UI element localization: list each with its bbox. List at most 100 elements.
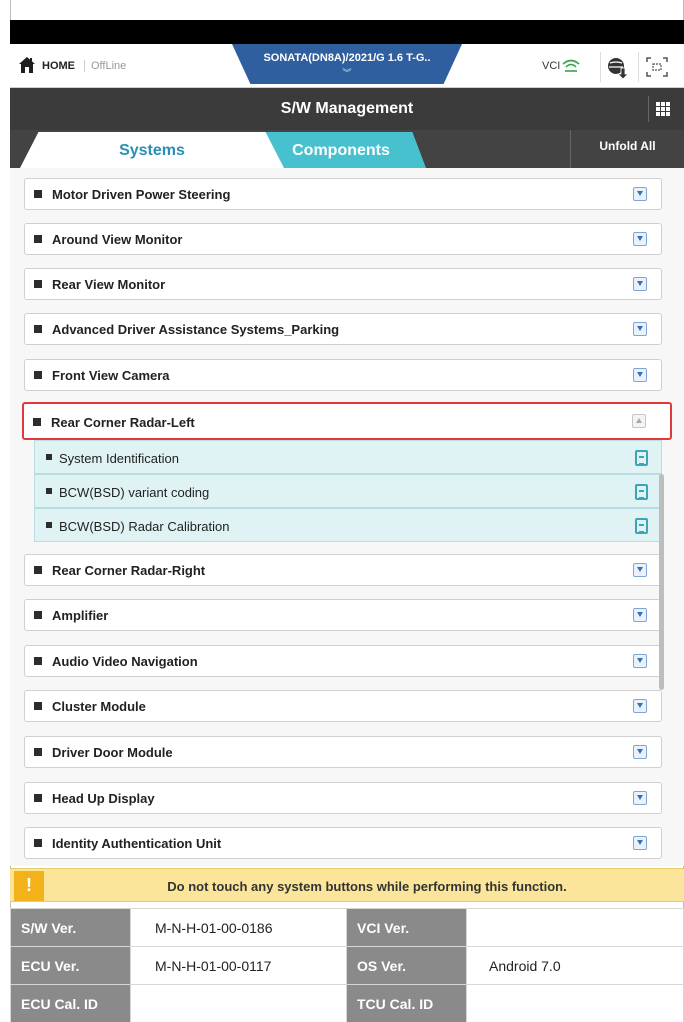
bullet-icon	[33, 418, 41, 426]
header-bar: HOME OffLine SONATA(DN8A)/2021/G 1.6 T-G…	[10, 44, 684, 88]
table-row: ECU Cal. ID TCU Cal. ID	[10, 984, 684, 1022]
ecu-cal-id-label: ECU Cal. ID	[10, 984, 131, 1022]
system-item-expanded[interactable]: Rear Corner Radar-Left	[22, 402, 672, 440]
scrollbar-thumb[interactable]	[659, 474, 664, 690]
offline-status: OffLine	[84, 60, 126, 72]
download-icon[interactable]	[633, 322, 647, 336]
bullet-icon	[34, 839, 42, 847]
ecu-ver-value: M-N-H-01-00-0117	[130, 946, 347, 985]
warning-text: Do not touch any system buttons while pe…	[167, 879, 567, 894]
download-icon[interactable]	[633, 699, 647, 713]
system-item[interactable]: Front View Camera	[24, 359, 662, 391]
sub-item[interactable]: System Identification	[34, 440, 662, 474]
grid-icon	[656, 102, 670, 116]
sub-item[interactable]: BCW(BSD) Radar Calibration	[34, 508, 662, 542]
system-item[interactable]: Audio Video Navigation	[24, 645, 662, 677]
download-icon[interactable]	[633, 836, 647, 850]
vehicle-name: SONATA(DN8A)/2021/G 1.6 T-G..	[263, 52, 431, 64]
system-item[interactable]: Rear Corner Radar-Right	[24, 554, 662, 586]
sub-item-label: BCW(BSD) Radar Calibration	[59, 519, 230, 534]
ecu-cal-id-value	[130, 984, 347, 1022]
download-icon[interactable]	[633, 187, 647, 201]
system-item-label: Rear Corner Radar-Right	[52, 563, 206, 578]
system-item[interactable]: Head Up Display	[24, 782, 662, 814]
bullet-icon	[34, 325, 42, 333]
collapse-icon[interactable]	[632, 414, 646, 428]
system-item[interactable]: Driver Door Module	[24, 736, 662, 768]
vehicle-selector[interactable]: SONATA(DN8A)/2021/G 1.6 T-G.. ︾	[232, 44, 462, 84]
globe-download-icon	[608, 58, 629, 80]
table-row: S/W Ver. M-N-H-01-00-0186 VCI Ver.	[10, 908, 684, 947]
bullet-icon	[46, 454, 52, 460]
bullet-icon	[34, 235, 42, 243]
system-item[interactable]: Motor Driven Power Steering	[24, 178, 662, 210]
system-item-label: Rear Corner Radar-Left	[51, 415, 195, 430]
download-icon[interactable]	[633, 368, 647, 382]
os-ver-value: Android 7.0	[466, 946, 684, 985]
bullet-icon	[34, 371, 42, 379]
chevron-down-icon: ︾	[342, 68, 352, 78]
home-label[interactable]: HOME	[42, 60, 75, 72]
sw-ver-value: M-N-H-01-00-0186	[130, 908, 347, 947]
tab-components-label: Components	[292, 142, 390, 159]
bullet-icon	[46, 522, 52, 528]
system-item[interactable]: Rear View Monitor	[24, 268, 662, 300]
table-row: ECU Ver. M-N-H-01-00-0117 OS Ver. Androi…	[10, 946, 684, 985]
sw-ver-label: S/W Ver.	[10, 908, 131, 947]
systems-list[interactable]: Motor Driven Power Steering Around View …	[10, 168, 684, 866]
version-info-table: S/W Ver. M-N-H-01-00-0186 VCI Ver. ECU V…	[10, 908, 684, 1022]
system-item[interactable]: Advanced Driver Assistance Systems_Parki…	[24, 313, 662, 345]
system-item[interactable]: Around View Monitor	[24, 223, 662, 255]
bullet-icon	[34, 190, 42, 198]
document-icon	[635, 450, 648, 466]
system-item[interactable]: Amplifier	[24, 599, 662, 631]
sub-item-label: System Identification	[59, 451, 179, 466]
vci-ver-value	[466, 908, 684, 947]
document-icon	[635, 484, 648, 500]
fullscreen-button[interactable]	[638, 52, 674, 82]
download-icon[interactable]	[633, 608, 647, 622]
home-icon[interactable]	[18, 56, 36, 74]
tab-components[interactable]: Components	[256, 132, 426, 168]
unfold-all-button[interactable]: Unfold All	[570, 130, 684, 168]
page-title: S/W Management	[280, 100, 414, 117]
wifi-icon	[562, 59, 580, 72]
system-item-label: Identity Authentication Unit	[52, 836, 222, 851]
bullet-icon	[46, 488, 52, 494]
globe-download-button[interactable]	[600, 52, 632, 82]
bullet-icon	[34, 566, 42, 574]
title-bar: S/W Management	[10, 88, 684, 130]
download-icon[interactable]	[633, 654, 647, 668]
download-icon[interactable]	[633, 563, 647, 577]
system-item-label: Amplifier	[52, 608, 109, 623]
tcu-cal-id-label: TCU Cal. ID	[346, 984, 467, 1022]
vci-ver-label: VCI Ver.	[346, 908, 467, 947]
system-item-label: Rear View Monitor	[52, 277, 166, 292]
system-item-label: Front View Camera	[52, 368, 170, 383]
sub-item[interactable]: BCW(BSD) variant coding	[34, 474, 662, 508]
tcu-cal-id-value	[466, 984, 684, 1022]
download-icon[interactable]	[633, 745, 647, 759]
download-icon[interactable]	[633, 232, 647, 246]
bullet-icon	[34, 748, 42, 756]
status-bar	[10, 20, 684, 44]
document-icon	[635, 518, 648, 534]
system-item-label: Advanced Driver Assistance Systems_Parki…	[52, 322, 340, 337]
download-icon[interactable]	[633, 791, 647, 805]
os-ver-label: OS Ver.	[346, 946, 467, 985]
bullet-icon	[34, 702, 42, 710]
vci-label: VCI	[542, 60, 561, 72]
tab-systems[interactable]: Systems	[20, 132, 284, 168]
bullet-icon	[34, 794, 42, 802]
download-icon[interactable]	[633, 277, 647, 291]
system-item-label: Motor Driven Power Steering	[52, 187, 231, 202]
ecu-ver-label: ECU Ver.	[10, 946, 131, 985]
sub-item-label: BCW(BSD) variant coding	[59, 485, 210, 500]
warning-banner: ! Do not touch any system buttons while …	[10, 868, 684, 902]
system-item[interactable]: Cluster Module	[24, 690, 662, 722]
system-item[interactable]: Identity Authentication Unit	[24, 827, 662, 859]
menu-grid-button[interactable]	[648, 96, 676, 122]
system-item-label: Cluster Module	[52, 699, 146, 714]
bullet-icon	[34, 611, 42, 619]
system-item-label: Driver Door Module	[52, 745, 173, 760]
